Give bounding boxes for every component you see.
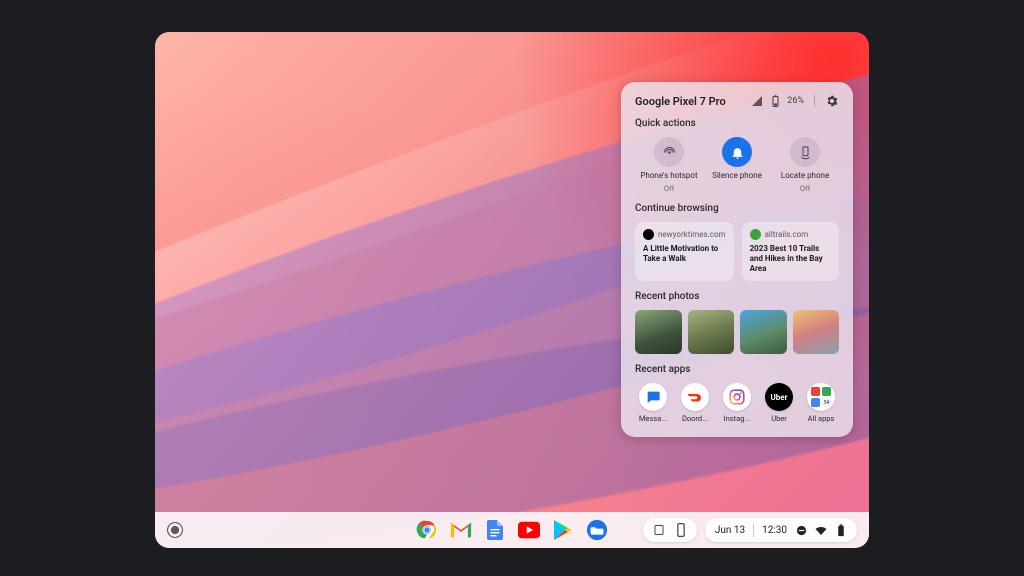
quick-actions-title: Quick actions <box>635 118 839 129</box>
quick-action-sub: Off <box>800 184 810 193</box>
phone-hub-panel: Google Pixel 7 Pro 26% Quick actions Pho… <box>621 82 853 437</box>
launcher-button[interactable] <box>167 522 183 538</box>
recent-photos-row <box>635 310 839 354</box>
quick-action-locate[interactable]: Locate phone Off <box>775 137 835 193</box>
wifi-icon <box>815 524 827 536</box>
all-apps-badge: 54 <box>822 398 831 407</box>
quick-action-silence[interactable]: Silence phone <box>707 137 767 193</box>
shelf-app-chrome[interactable] <box>416 519 438 541</box>
separator <box>753 523 754 537</box>
instagram-icon <box>723 383 751 411</box>
uber-icon: Uber <box>765 383 793 411</box>
all-apps-icon: 54 <box>807 383 835 411</box>
settings-button[interactable] <box>825 94 839 108</box>
recent-photo[interactable] <box>688 310 735 354</box>
bell-icon <box>722 137 752 167</box>
doordash-icon <box>681 383 709 411</box>
battery-icon <box>769 95 781 107</box>
browsing-domain: newyorktimes.com <box>658 230 726 239</box>
recent-app-allapps[interactable]: 54 All apps <box>803 383 839 423</box>
app-label: Messa... <box>639 414 667 423</box>
app-label: Uber <box>771 414 787 423</box>
recent-app-doordash[interactable]: Doord... <box>677 383 713 423</box>
hotspot-icon <box>654 137 684 167</box>
browsing-title: 2023 Best 10 Trails and Hikes in the Bay… <box>750 244 831 274</box>
shelf-app-play[interactable] <box>552 519 574 541</box>
battery-percent: 26% <box>787 96 804 106</box>
app-label: All apps <box>808 414 835 423</box>
app-label: Doord... <box>682 414 708 423</box>
quick-action-hotspot[interactable]: Phone's hotspot Off <box>639 137 699 193</box>
quick-action-sub: Off <box>664 184 674 193</box>
shelf-status-area: Jun 13 12:30 <box>643 518 857 542</box>
continue-browsing-title: Continue browsing <box>635 203 839 214</box>
recent-photos-title: Recent photos <box>635 291 839 302</box>
tablet-icon <box>653 524 665 536</box>
panel-header: Google Pixel 7 Pro 26% <box>635 94 839 108</box>
status-tray[interactable]: Jun 13 12:30 <box>705 518 857 542</box>
separator <box>814 95 815 107</box>
recent-apps-title: Recent apps <box>635 364 839 375</box>
browsing-domain: alltrails.com <box>765 230 809 239</box>
browsing-title: A Little Motivation to Take a Walk <box>643 244 726 264</box>
shelf-app-youtube[interactable] <box>518 519 540 541</box>
shelf-app-files[interactable] <box>586 519 608 541</box>
recent-app-uber[interactable]: Uber Uber <box>761 383 797 423</box>
quick-action-label: Locate phone <box>781 171 829 180</box>
phone-icon <box>675 524 687 536</box>
browsing-card[interactable]: newyorktimes.com A Little Motivation to … <box>635 222 734 281</box>
shelf-pinned-apps <box>416 519 608 541</box>
status-time: 12:30 <box>762 525 787 536</box>
app-label: Instag... <box>724 414 751 423</box>
recent-app-messages[interactable]: Messa... <box>635 383 671 423</box>
browsing-card[interactable]: alltrails.com 2023 Best 10 Trails and Hi… <box>742 222 839 281</box>
locate-phone-icon <box>790 137 820 167</box>
battery-icon <box>835 524 847 536</box>
quick-action-label: Phone's hotspot <box>640 171 697 180</box>
favicon-nyt <box>643 229 654 240</box>
shelf-app-gmail[interactable] <box>450 519 472 541</box>
recent-photo[interactable] <box>635 310 682 354</box>
recent-photo[interactable] <box>740 310 787 354</box>
browsing-row: newyorktimes.com A Little Motivation to … <box>635 222 839 281</box>
status-date: Jun 13 <box>715 525 745 536</box>
recent-app-instagram[interactable]: Instag... <box>719 383 755 423</box>
shelf-app-docs[interactable] <box>484 519 506 541</box>
dnd-icon <box>795 524 807 536</box>
signal-icon <box>751 95 763 107</box>
phone-hub-tray-button[interactable] <box>643 518 697 542</box>
desktop-screen: Google Pixel 7 Pro 26% Quick actions Pho… <box>155 32 869 548</box>
messages-icon <box>639 383 667 411</box>
recent-photo[interactable] <box>793 310 840 354</box>
quick-action-label: Silence phone <box>712 171 762 180</box>
device-name: Google Pixel 7 Pro <box>635 95 745 108</box>
shelf: Jun 13 12:30 <box>155 512 869 548</box>
recent-apps-row: Messa... Doord... Instag... Uber Uber <box>635 383 839 423</box>
favicon-alltrails <box>750 229 761 240</box>
quick-actions-row: Phone's hotspot Off Silence phone Locate… <box>635 137 839 193</box>
